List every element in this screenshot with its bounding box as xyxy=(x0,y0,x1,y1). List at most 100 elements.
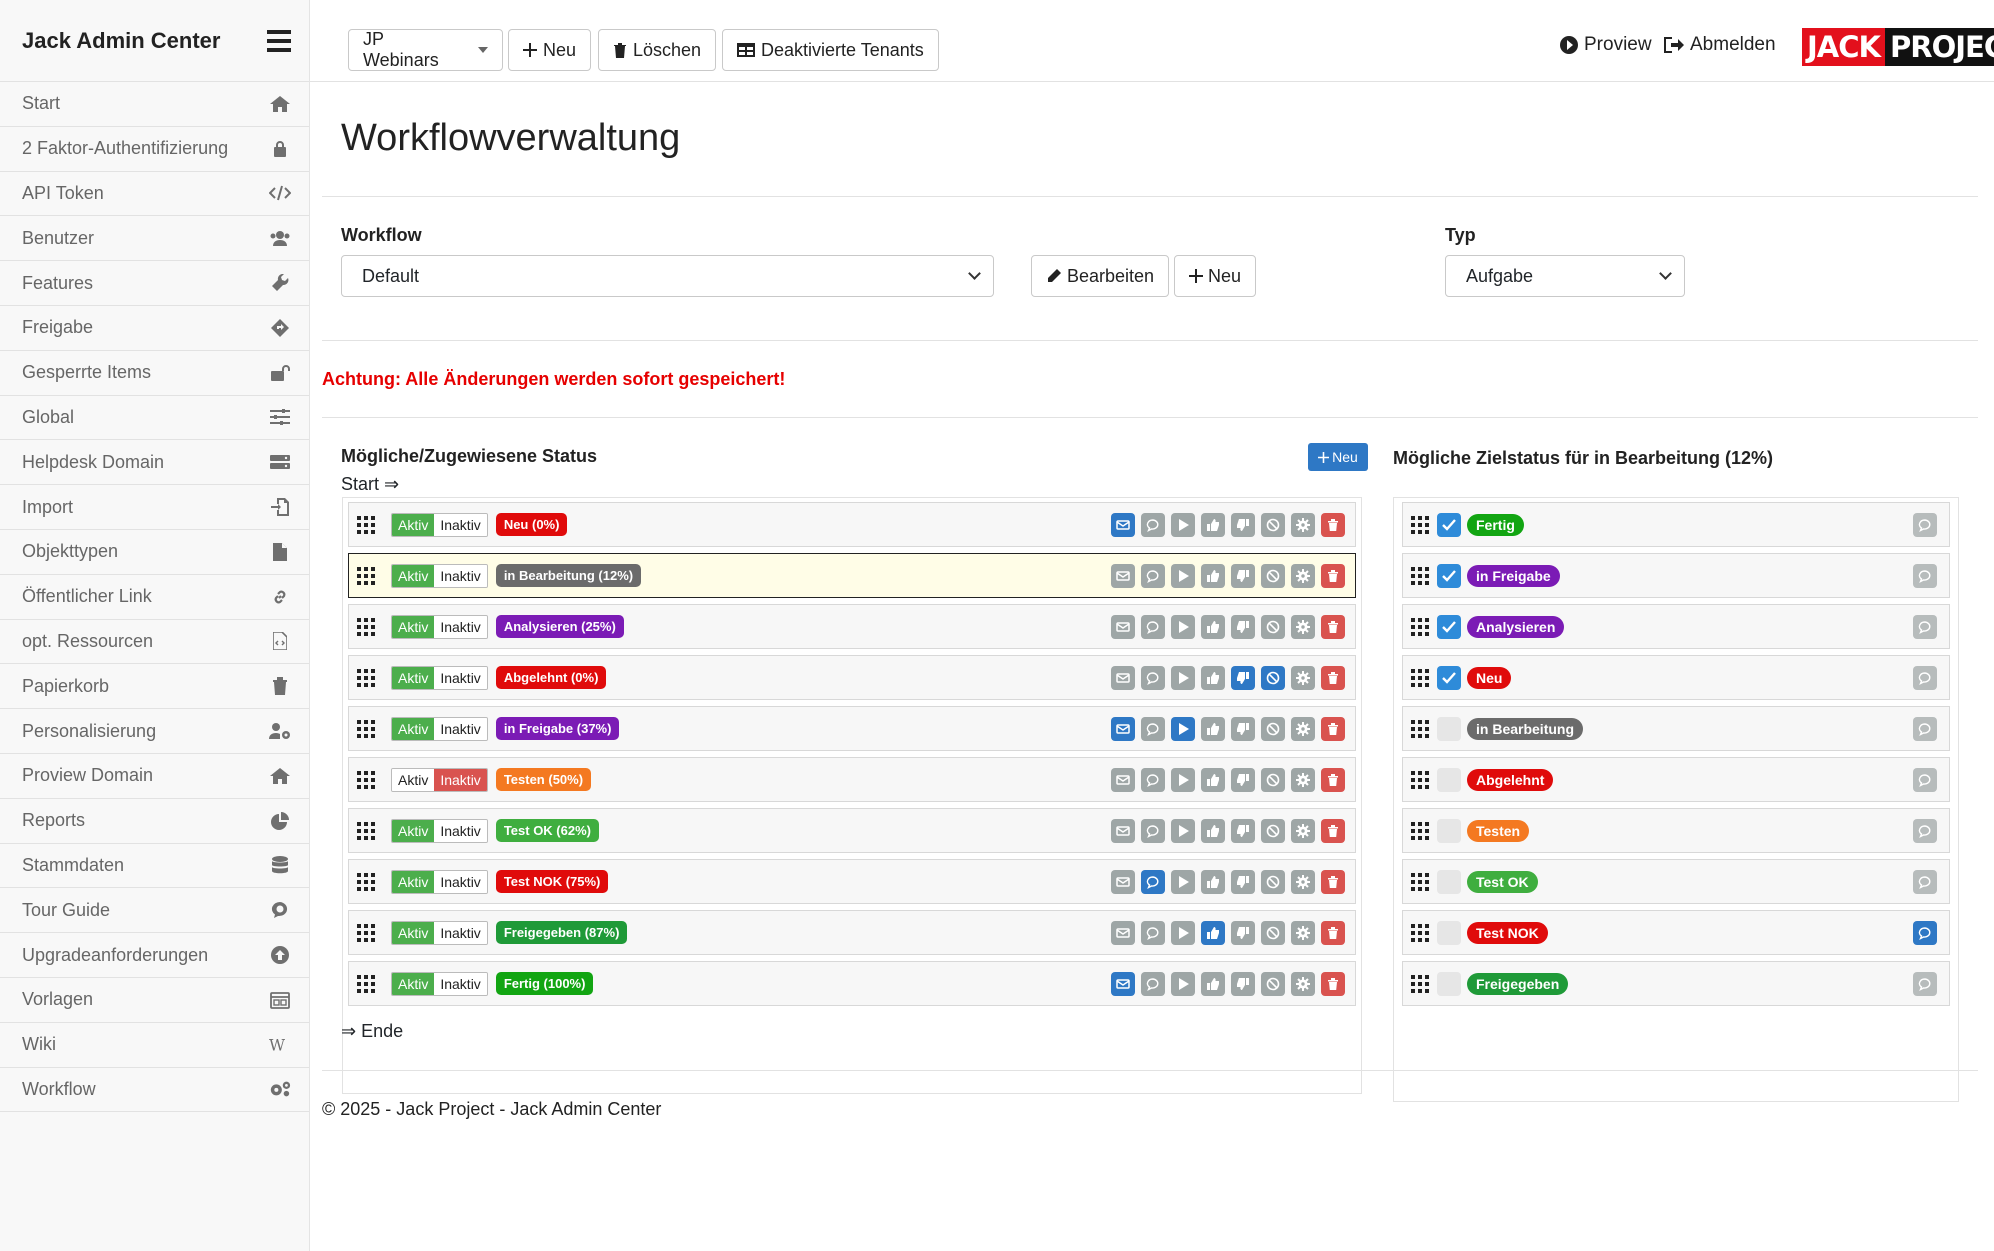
thumbs-down-button[interactable] xyxy=(1231,666,1255,690)
drag-handle-icon[interactable] xyxy=(1411,515,1429,534)
envelope-button[interactable] xyxy=(1111,921,1135,945)
toggle-inactive-option[interactable]: Inaktiv xyxy=(434,819,487,842)
proview-link[interactable]: Proview xyxy=(1560,34,1652,56)
sidebar-item-api-token[interactable]: API Token xyxy=(0,172,309,217)
envelope-button[interactable] xyxy=(1111,513,1135,537)
ban-button[interactable] xyxy=(1261,768,1285,792)
trash-button[interactable] xyxy=(1321,819,1345,843)
sidebar-item-workflow[interactable]: Workflow xyxy=(0,1068,309,1113)
sidebar-item-tour-guide[interactable]: Tour Guide xyxy=(0,888,309,934)
new-workflow-button[interactable]: Neu xyxy=(1174,255,1257,297)
trash-button[interactable] xyxy=(1321,870,1345,894)
status-row[interactable]: Aktiv Inaktiv Analysieren (25%) xyxy=(348,604,1356,649)
sidebar-item-global[interactable]: Global xyxy=(0,396,309,441)
ban-button[interactable] xyxy=(1261,972,1285,996)
active-toggle[interactable]: Aktiv Inaktiv xyxy=(391,512,488,537)
drag-handle-icon[interactable] xyxy=(357,974,375,993)
target-checkbox[interactable] xyxy=(1437,512,1461,537)
target-comment-button[interactable] xyxy=(1913,717,1937,741)
status-row[interactable]: Aktiv Inaktiv Fertig (100%) xyxy=(348,961,1356,1006)
active-toggle[interactable]: Aktiv Inaktiv xyxy=(391,767,488,792)
active-toggle[interactable]: Aktiv Inaktiv xyxy=(391,818,488,843)
trash-button[interactable] xyxy=(1321,513,1345,537)
target-checkbox[interactable] xyxy=(1437,614,1461,639)
drag-handle-icon[interactable] xyxy=(1411,872,1429,891)
target-comment-button[interactable] xyxy=(1913,615,1937,639)
sidebar-item-wiki[interactable]: Wiki W xyxy=(0,1023,309,1068)
ban-button[interactable] xyxy=(1261,921,1285,945)
sidebar-item-gesperrte-items[interactable]: Gesperrte Items xyxy=(0,351,309,396)
play-button[interactable] xyxy=(1171,819,1195,843)
sidebar-item-vorlagen[interactable]: Vorlagen xyxy=(0,978,309,1023)
drag-handle-icon[interactable] xyxy=(357,872,375,891)
comment-button[interactable] xyxy=(1141,717,1165,741)
sidebar-item-import[interactable]: Import xyxy=(0,485,309,530)
target-checkbox[interactable] xyxy=(1437,869,1461,894)
toggle-active-option[interactable]: Aktiv xyxy=(392,768,435,791)
drag-handle-icon[interactable] xyxy=(1411,668,1429,687)
comment-button[interactable] xyxy=(1141,972,1165,996)
drag-handle-icon[interactable] xyxy=(357,515,375,534)
drag-handle-icon[interactable] xyxy=(1411,974,1429,993)
target-status-row[interactable]: Testen xyxy=(1402,808,1950,853)
toggle-inactive-option[interactable]: Inaktiv xyxy=(434,666,487,689)
comment-button[interactable] xyxy=(1141,564,1165,588)
active-toggle[interactable]: Aktiv Inaktiv xyxy=(391,563,488,588)
sidebar-item-2-faktor-authentifizierung[interactable]: 2 Faktor-Authentifizierung xyxy=(0,127,309,172)
comment-button[interactable] xyxy=(1141,666,1165,690)
drag-handle-icon[interactable] xyxy=(1411,821,1429,840)
toggle-active-option[interactable]: Aktiv xyxy=(392,921,435,944)
drag-handle-icon[interactable] xyxy=(357,923,375,942)
envelope-button[interactable] xyxy=(1111,615,1135,639)
play-button[interactable] xyxy=(1171,615,1195,639)
edit-workflow-button[interactable]: Bearbeiten xyxy=(1031,255,1170,297)
comment-button[interactable] xyxy=(1141,513,1165,537)
play-button[interactable] xyxy=(1171,513,1195,537)
target-status-row[interactable]: Neu xyxy=(1402,655,1950,700)
comment-button[interactable] xyxy=(1141,921,1165,945)
gear-button[interactable] xyxy=(1291,768,1315,792)
play-button[interactable] xyxy=(1171,870,1195,894)
target-comment-button[interactable] xyxy=(1913,819,1937,843)
trash-button[interactable] xyxy=(1321,768,1345,792)
toggle-active-option[interactable]: Aktiv xyxy=(392,666,435,689)
toggle-inactive-option[interactable]: Inaktiv xyxy=(434,513,487,536)
trash-button[interactable] xyxy=(1321,615,1345,639)
status-row[interactable]: Aktiv Inaktiv Test OK (62%) xyxy=(348,808,1356,853)
envelope-button[interactable] xyxy=(1111,870,1135,894)
sidebar-item-opt-ressourcen[interactable]: opt. Ressourcen xyxy=(0,620,309,665)
gear-button[interactable] xyxy=(1291,564,1315,588)
status-row[interactable]: Aktiv Inaktiv Abgelehnt (0%) xyxy=(348,655,1356,700)
drag-handle-icon[interactable] xyxy=(357,617,375,636)
target-checkbox[interactable] xyxy=(1437,971,1461,996)
toggle-active-option[interactable]: Aktiv xyxy=(392,615,435,638)
thumbs-down-button[interactable] xyxy=(1231,768,1255,792)
target-comment-button[interactable] xyxy=(1913,972,1937,996)
thumbs-up-button[interactable] xyxy=(1201,564,1225,588)
active-toggle[interactable]: Aktiv Inaktiv xyxy=(391,665,488,690)
thumbs-up-button[interactable] xyxy=(1201,666,1225,690)
drag-handle-icon[interactable] xyxy=(1411,719,1429,738)
status-row[interactable]: Aktiv Inaktiv Testen (50%) xyxy=(348,757,1356,802)
ban-button[interactable] xyxy=(1261,564,1285,588)
toggle-active-option[interactable]: Aktiv xyxy=(392,513,435,536)
play-button[interactable] xyxy=(1171,768,1195,792)
target-checkbox[interactable] xyxy=(1437,563,1461,588)
comment-button[interactable] xyxy=(1141,615,1165,639)
menu-toggle-icon[interactable] xyxy=(267,29,291,52)
play-button[interactable] xyxy=(1171,717,1195,741)
target-comment-button[interactable] xyxy=(1913,768,1937,792)
target-status-row[interactable]: Test NOK xyxy=(1402,910,1950,955)
target-status-row[interactable]: Analysieren xyxy=(1402,604,1950,649)
comment-button[interactable] xyxy=(1141,819,1165,843)
toggle-active-option[interactable]: Aktiv xyxy=(392,717,435,740)
gear-button[interactable] xyxy=(1291,921,1315,945)
thumbs-down-button[interactable] xyxy=(1231,972,1255,996)
toggle-active-option[interactable]: Aktiv xyxy=(392,870,435,893)
drag-handle-icon[interactable] xyxy=(1411,770,1429,789)
toggle-inactive-option[interactable]: Inaktiv xyxy=(434,564,487,587)
envelope-button[interactable] xyxy=(1111,717,1135,741)
envelope-button[interactable] xyxy=(1111,768,1135,792)
trash-button[interactable] xyxy=(1321,972,1345,996)
toggle-active-option[interactable]: Aktiv xyxy=(392,972,435,995)
